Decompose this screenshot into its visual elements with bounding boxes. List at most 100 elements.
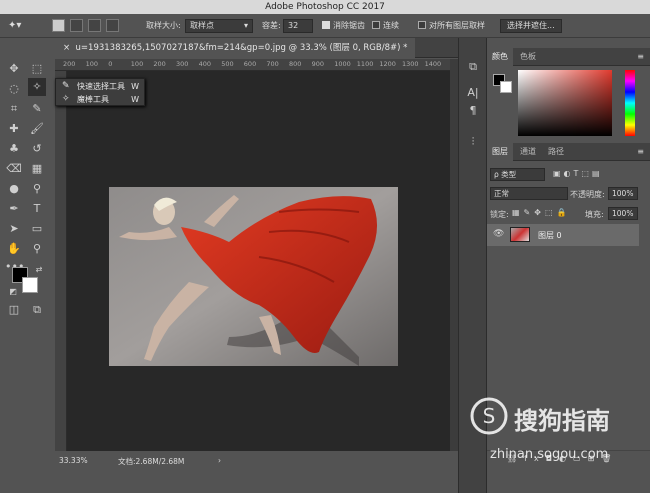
blend-mode-select[interactable]: 正常 [490, 187, 568, 200]
zoom-level[interactable]: 33.33% [59, 456, 88, 465]
selection-tools-flyout: ✎ 快速选择工具 W ✧ 魔棒工具 W [55, 78, 145, 106]
opacity-label: 不透明度: [570, 190, 605, 199]
paragraph-panel-icon[interactable]: ¶ [464, 102, 482, 120]
pen-tool-icon[interactable]: ✒ [5, 200, 23, 218]
watermark: S 搜狗指南 zhinan.sogou.com [470, 395, 650, 470]
document-tab[interactable]: × u=1931383265,1507027187&fm=214&gp=0.jp… [55, 38, 416, 58]
magic-wand-tool-icon[interactable]: ✧ [28, 78, 46, 96]
ruler-tick-label: 1000 [334, 60, 351, 68]
sample-size-label: 取样大小: [146, 21, 181, 30]
swap-colors-icon[interactable]: ⇄ [30, 261, 48, 279]
new-selection-mode-button[interactable] [52, 19, 65, 32]
marquee-tool-icon[interactable]: ⬚ [28, 60, 46, 78]
color-panel-menu-icon[interactable]: ≡ [637, 52, 644, 61]
quick-selection-menu-item[interactable]: ✎ 快速选择工具 W [56, 80, 144, 93]
subtract-selection-mode-button[interactable] [88, 19, 101, 32]
ruler-tick-label: 200 [153, 60, 166, 68]
add-selection-mode-button[interactable] [70, 19, 83, 32]
ruler-tick-label: 100 [130, 60, 144, 68]
layer-filter-select[interactable]: ρ 类型 [490, 168, 545, 181]
tolerance-input[interactable]: 32 [283, 19, 313, 33]
panel-background-swatch[interactable] [500, 81, 512, 93]
status-bar: 33.33% 文档:2.68M/2.68M › [55, 451, 458, 493]
visibility-eye-icon[interactable]: 👁 [493, 229, 504, 239]
intersect-selection-mode-button[interactable] [106, 19, 119, 32]
adjustments-panel-icon[interactable]: ⫶ [464, 133, 482, 151]
ruler-tick-label: 600 [243, 60, 257, 68]
svg-text:S: S [483, 404, 496, 428]
window-title-bar: Adobe Photoshop CC 2017 [0, 0, 650, 14]
quick-mask-icon[interactable]: ◫ [5, 301, 23, 319]
zoom-tool-icon[interactable]: ⚲ [28, 240, 46, 258]
ruler-tick-label: 700 [266, 60, 279, 68]
layers-panel-menu-icon[interactable]: ≡ [637, 147, 644, 156]
default-colors-icon[interactable]: ◩ [4, 283, 22, 301]
ruler-tick-label: 1200 [379, 60, 396, 68]
hand-tool-icon[interactable]: ✋ [5, 240, 23, 258]
brush-tool-icon[interactable]: 🖌 [28, 120, 46, 138]
lasso-tool-icon[interactable]: ◌ [5, 80, 23, 98]
document-image[interactable] [109, 187, 398, 366]
layer-row[interactable]: 👁 图层 0 [487, 224, 639, 246]
tab-color[interactable]: 颜色 [487, 48, 513, 66]
clone-stamp-tool-icon[interactable]: ♣ [5, 140, 23, 158]
layer-name: 图层 0 [538, 231, 562, 240]
watermark-url: zhinan.sogou.com [490, 447, 609, 462]
status-menu-icon[interactable]: › [218, 456, 221, 465]
type-tool-icon[interactable]: T [28, 200, 46, 218]
layer-thumbnail [510, 227, 530, 242]
magic-wand-menu-item[interactable]: ✧ 魔棒工具 W [56, 93, 144, 106]
document-tab-label: u=1931383265,1507027187&fm=214&gp=0.jpg … [75, 43, 408, 53]
magic-wand-preset-icon[interactable]: ✦▾ [8, 19, 21, 33]
healing-brush-tool-icon[interactable]: ✚ [5, 120, 23, 138]
tools-panel: ✥ ⬚ ◌ ✧ ⌗ ✎ ✚ 🖌 ♣ ↺ ⌫ ▦ ● ⚲ ✒ T ➤ ▭ ✋ ⚲ … [0, 55, 55, 493]
hue-slider[interactable] [625, 70, 635, 136]
lock-icons[interactable]: ▦✎✥⬚🔒 [512, 208, 570, 217]
tab-layers[interactable]: 图层 [487, 143, 513, 161]
gradient-tool-icon[interactable]: ▦ [28, 160, 46, 178]
antialias-checkbox[interactable]: 消除锯齿 [322, 19, 365, 33]
tolerance-label: 容差: [262, 21, 281, 30]
sample-all-layers-check-icon [418, 21, 426, 29]
options-bar: ✦▾ 取样大小: 取样点 ▾ 容差: 32 消除锯齿 连续 对所有图层取样 选择并… [0, 14, 650, 38]
blur-tool-icon[interactable]: ● [5, 180, 23, 198]
history-brush-tool-icon[interactable]: ↺ [28, 140, 46, 158]
contiguous-check-icon [372, 21, 380, 29]
background-color-swatch[interactable] [22, 277, 38, 293]
opacity-input[interactable]: 100% [608, 187, 638, 200]
tab-swatches[interactable]: 色板 [515, 48, 541, 66]
layer-filter-icons[interactable]: ▣◐T⬚▤ [553, 169, 603, 178]
close-tab-icon[interactable]: × [63, 43, 70, 53]
ruler-tick-label: 500 [221, 60, 234, 68]
ruler-tick-label: 300 [176, 60, 189, 68]
antialias-check-icon [322, 21, 330, 29]
color-field[interactable] [518, 70, 612, 136]
vertical-scrollbar[interactable] [450, 59, 458, 451]
lock-label: 锁定: [490, 210, 509, 219]
path-selection-tool-icon[interactable]: ➤ [5, 220, 23, 238]
select-and-mask-button[interactable]: 选择并遮住... [500, 19, 562, 33]
contiguous-checkbox[interactable]: 连续 [372, 19, 399, 33]
dodge-tool-icon[interactable]: ⚲ [28, 180, 46, 198]
ruler-tick-label: 200 [63, 60, 76, 68]
eraser-tool-icon[interactable]: ⌫ [5, 160, 23, 178]
horizontal-ruler: 200 100 0 100 200 300 400 500 600 700 800 900 1000 11… [55, 59, 450, 71]
window-title: Adobe Photoshop CC 2017 [265, 2, 385, 12]
fill-input[interactable]: 100% [608, 207, 638, 220]
screen-mode-icon[interactable]: ⧉ [28, 301, 46, 319]
character-panel-icon[interactable]: A| [464, 84, 482, 102]
eyedropper-tool-icon[interactable]: ✎ [28, 100, 46, 118]
sample-size-select[interactable]: 取样点 ▾ [185, 19, 253, 33]
crop-tool-icon[interactable]: ⌗ [5, 100, 23, 118]
rectangle-tool-icon[interactable]: ▭ [28, 220, 46, 238]
sample-all-layers-checkbox[interactable]: 对所有图层取样 [418, 19, 485, 33]
move-tool-icon[interactable]: ✥ [5, 60, 23, 78]
fill-label: 填充: [585, 210, 604, 219]
ruler-tick-label: 1300 [402, 60, 419, 68]
tab-channels[interactable]: 通道 [515, 143, 541, 161]
history-panel-icon[interactable]: ⧉ [464, 58, 482, 76]
tab-paths[interactable]: 路径 [543, 143, 569, 161]
ruler-tick-label: 1400 [424, 60, 442, 68]
vertical-ruler [55, 71, 67, 451]
ruler-tick-label: 800 [289, 60, 302, 68]
